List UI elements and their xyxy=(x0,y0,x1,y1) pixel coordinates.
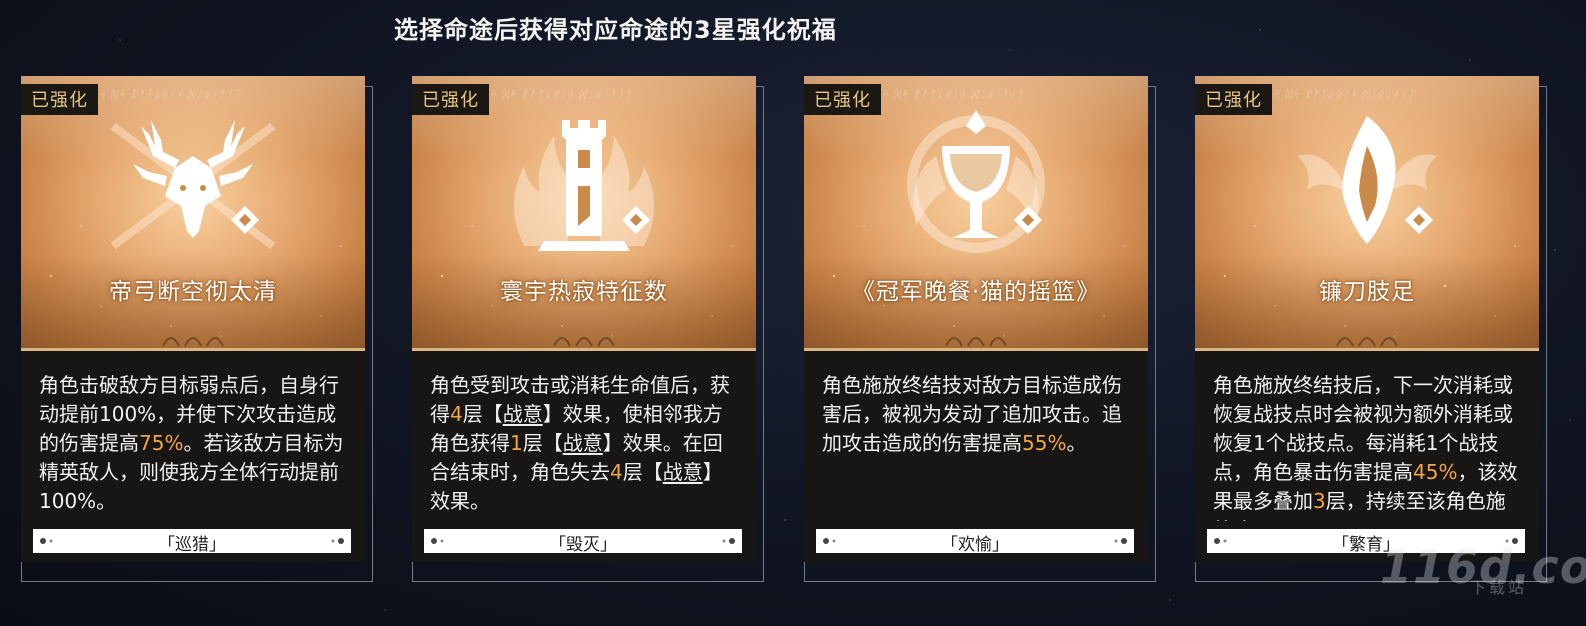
card-body: 角色施放终结技对敌方目标造成伤害后，被视为发动了追加攻击。追加攻击造成的伤害提高… xyxy=(804,351,1148,562)
rarity-stars-icon xyxy=(945,337,1007,347)
blessing-name: 寰宇热寂特征数 xyxy=(500,279,668,305)
path-bar: 「巡猎」 xyxy=(33,529,351,555)
card-body: 角色施放终结技后，下一次消耗或恢复战技点时会被视为额外消耗或恢复1个战技点。每消… xyxy=(1195,351,1539,562)
highlight-value: 45% xyxy=(1413,460,1458,484)
blessing-card-elation[interactable]: ᚦᛋ ᛞᛋ ᛒᚨᛏᛦᛟᛁᚾ ᛞᛁᛟᛁᚨᛁᛏ 《冠军晚餐·猫的摇篮》 已强化 角色… xyxy=(804,76,1156,582)
highlight-value: 4 xyxy=(610,460,623,484)
path-bar: 「欢愉」 xyxy=(816,529,1134,555)
dots-right-icon xyxy=(1114,538,1127,544)
card-body: 角色击破敌方目标弱点后，自身行动提前100%，并使下次攻击造成的伤害提高75%。… xyxy=(21,351,365,562)
desc-text: 层【 xyxy=(462,402,503,426)
rarity-stars-icon xyxy=(553,337,615,347)
chalice-wings-emblem-icon xyxy=(907,110,1045,253)
highlight-value: 75% xyxy=(139,431,184,455)
card-divider xyxy=(1195,348,1539,351)
path-bar: 「毁灭」 xyxy=(424,529,742,555)
card-divider xyxy=(412,348,756,351)
enhanced-badge: 已强化 xyxy=(1195,84,1272,115)
rune-text: ᚦᛋ ᛞᛋ ᛒᚨᛏᛦᛟᛁᚾ ᛞᛁᛟᛁᚨᛁᛏ xyxy=(482,88,633,101)
blessing-name: 《冠军晚餐·猫的摇篮》 xyxy=(851,279,1101,305)
rune-text: ᚦᛋ ᛞᛋ ᛒᚨᛏᛦᛟᛁᚾ ᛞᛁᛟᛁᚨᛁᛏ xyxy=(874,88,1025,101)
deer-antler-emblem-icon xyxy=(110,120,276,250)
card-art: ᚦᛋ ᛞᛋ ᛒᚨᛏᛦᛟᛁᚾ ᛞᛁᛟᛁᚨᛁᛏ 《冠军晚餐·猫的摇篮》 xyxy=(804,76,1148,351)
highlight-value: 55% xyxy=(1022,431,1067,455)
watermark-sub: 下载站 xyxy=(1470,578,1528,597)
rarity-stars-icon xyxy=(1336,337,1398,347)
blessing-name: 帝弓断空彻太清 xyxy=(109,279,277,305)
path-label: 「欢愉」 xyxy=(941,535,1009,555)
page-title: 选择命途后获得对应命途的3星强化祝福 xyxy=(394,16,837,44)
bloom-wings-emblem-icon xyxy=(1297,116,1437,244)
rune-text: ᚦᛋ ᛞᛋ ᛒᚨᛏᛦᛟᛁᚾ ᛞᛁᛟᛁᚨᛁᛏ xyxy=(1265,88,1416,101)
enhanced-badge: 已强化 xyxy=(804,84,881,115)
keyword-link[interactable]: 战意 xyxy=(503,402,543,426)
enhanced-badge: 已强化 xyxy=(21,84,98,115)
blessing-description: 角色施放终结技后，下一次消耗或恢复战技点时会被视为额外消耗或恢复1个战技点。每消… xyxy=(1213,371,1525,521)
blessing-card-hunt[interactable]: ᚦᛋ ᛞᛋ ᛒᚨᛏᛦᛟᛁᚾ ᛞᛁᛟᛁᚨᛁᛏ 帝弓断空彻太清 已强化 角色击破敌方… xyxy=(21,76,373,582)
dots-right-icon xyxy=(331,538,344,544)
enhanced-badge: 已强化 xyxy=(412,84,489,115)
keyword-link[interactable]: 战意 xyxy=(563,431,603,455)
blessing-card-propagation[interactable]: ᚦᛋ ᛞᛋ ᛒᚨᛏᛦᛟᛁᚾ ᛞᛁᛟᛁᚨᛁᛏ 镰刀肢足 已强化 角色施放终结技后，… xyxy=(1195,76,1547,582)
desc-text: 。 xyxy=(1066,431,1087,455)
card-body: 角色受到攻击或消耗生命值后，获得4层【战意】效果，使相邻我方角色获得1层【战意】… xyxy=(412,351,756,562)
keyword-link[interactable]: 战意 xyxy=(663,460,703,484)
card-art: ᚦᛋ ᛞᛋ ᛒᚨᛏᛦᛟᛁᚾ ᛞᛁᛟᛁᚨᛁᛏ 帝弓断空彻太清 xyxy=(21,76,365,351)
blessing-description: 角色受到攻击或消耗生命值后，获得4层【战意】效果，使相邻我方角色获得1层【战意】… xyxy=(430,371,742,521)
blessing-description: 角色施放终结技对敌方目标造成伤害后，被视为发动了追加攻击。追加攻击造成的伤害提高… xyxy=(822,371,1134,521)
path-label: 「毁灭」 xyxy=(549,535,617,555)
rune-text: ᚦᛋ ᛞᛋ ᛒᚨᛏᛦᛟᛁᚾ ᛞᛁᛟᛁᚨᛁᛏ xyxy=(91,88,242,101)
card-divider xyxy=(21,348,365,351)
blessing-card-destruction[interactable]: ᚦᛋ ᛞᛋ ᛒᚨᛏᛦᛟᛁᚾ ᛞᛁᛟᛁᚨᛁᛏ 寰宇热寂特征数 已强化 角色受到攻击… xyxy=(412,76,764,582)
path-label: 「巡猎」 xyxy=(158,535,226,555)
desc-text: 层【 xyxy=(522,431,563,455)
card-art: ᚦᛋ ᛞᛋ ᛒᚨᛏᛦᛟᛁᚾ ᛞᛁᛟᛁᚨᛁᛏ 寰宇热寂特征数 xyxy=(412,76,756,351)
flame-tower-emblem-icon xyxy=(514,120,654,251)
highlight-value: 3 xyxy=(1313,489,1326,513)
highlight-value: 4 xyxy=(450,402,463,426)
rarity-stars-icon xyxy=(162,337,224,347)
desc-text: 层【 xyxy=(622,460,663,484)
site-watermark-logo: 116d.com 下载站 xyxy=(1380,540,1586,620)
card-divider xyxy=(804,348,1148,351)
blessing-description: 角色击破敌方目标弱点后，自身行动提前100%，并使下次攻击造成的伤害提高75%。… xyxy=(39,371,351,521)
dots-right-icon xyxy=(722,538,735,544)
blessing-name: 镰刀肢足 xyxy=(1319,279,1415,305)
card-art: ᚦᛋ ᛞᛋ ᛒᚨᛏᛦᛟᛁᚾ ᛞᛁᛟᛁᚨᛁᛏ 镰刀肢足 xyxy=(1195,76,1539,351)
highlight-value: 1 xyxy=(510,431,523,455)
